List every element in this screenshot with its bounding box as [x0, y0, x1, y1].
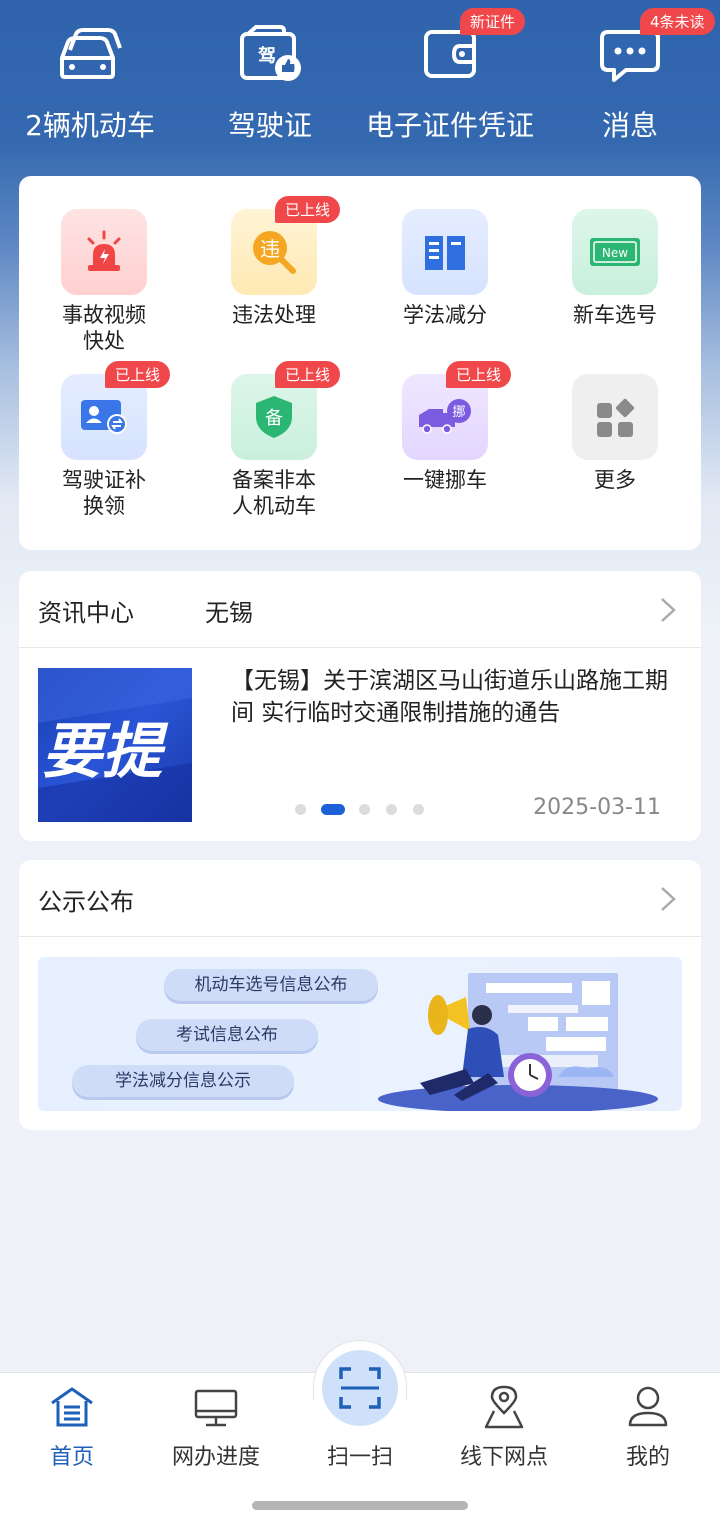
service-license-replace[interactable]: 驾驶证补换领 已上线: [19, 341, 189, 518]
tab-mine[interactable]: 我的: [576, 1373, 720, 1473]
tab-label: 我的: [625, 1445, 670, 1470]
online-badge: 已上线: [275, 361, 341, 388]
siren-icon: [61, 209, 147, 295]
service-accident-video[interactable]: 事故视频快处: [19, 176, 189, 353]
news-title: 资讯中心: [38, 599, 134, 627]
tab-offline-outlets[interactable]: 线下网点: [432, 1373, 576, 1473]
tab-label: 首页: [49, 1445, 94, 1470]
news-city[interactable]: 无锡: [205, 593, 253, 628]
svg-text:New: New: [602, 246, 628, 260]
unread-badge: 4条未读: [640, 8, 715, 35]
service-label: 备案非本人机动车: [232, 468, 316, 518]
monitor-icon: [194, 1389, 238, 1427]
svg-text:驾: 驾: [258, 45, 276, 67]
notice-header[interactable]: 公示公布: [19, 860, 701, 937]
license-label: 驾驶证: [227, 109, 312, 142]
home-icon: [51, 1387, 93, 1427]
chevron-right-icon[interactable]: [659, 597, 677, 623]
map-pin-icon: [484, 1385, 524, 1429]
announcement-illustration: [378, 973, 658, 1111]
news-card: 资讯中心 无锡 要提 【无锡】关于滨湖区马山街道乐山路施工期间 实行临时交通限制…: [19, 571, 701, 841]
online-badge: 已上线: [446, 361, 512, 388]
carousel-dot: [359, 804, 370, 815]
plate-selection-pill[interactable]: 机动车选号信息公布: [164, 969, 378, 1001]
carousel-dot: [413, 804, 424, 815]
new-plate-icon: New: [572, 209, 658, 295]
service-label: 一键挪车: [403, 468, 487, 492]
messages-entry[interactable]: 消息 4条未读: [540, 0, 720, 160]
service-label: 学法减分: [403, 303, 487, 327]
news-date: 2025-03-11: [533, 795, 661, 820]
book-icon: [402, 209, 488, 295]
study-points-pill[interactable]: 学法减分信息公示: [72, 1065, 294, 1097]
home-indicator: [252, 1501, 468, 1510]
e-certificate-label: 电子证件凭证: [365, 109, 534, 142]
svg-text:备: 备: [265, 408, 283, 429]
car-icon: [60, 28, 122, 79]
carousel-dot-active: [321, 804, 345, 815]
scan-icon: [339, 1367, 381, 1409]
tab-label: 扫一扫: [326, 1445, 393, 1470]
news-headline[interactable]: 【无锡】关于滨湖区马山街道乐山路施工期间 实行临时交通限制措施的通告: [231, 665, 687, 729]
carousel-dot: [295, 804, 306, 815]
svg-text:违: 违: [260, 237, 280, 261]
tab-label: 线下网点: [459, 1445, 548, 1470]
service-label: 新车选号: [573, 303, 657, 327]
tab-progress[interactable]: 网办进度: [144, 1373, 288, 1473]
carousel-dot: [386, 804, 397, 815]
notice-card: 公示公布 机动车选号信息公布 考试信息公布 学法减分信息公示: [19, 860, 701, 1130]
more-grid-icon: [572, 374, 658, 460]
service-more[interactable]: 更多: [530, 341, 700, 501]
license-entry[interactable]: 驾 驾驶证: [180, 0, 360, 160]
new-certificate-badge: 新证件: [460, 8, 526, 35]
service-move-car[interactable]: 挪 一键挪车 已上线: [360, 341, 530, 501]
notice-title: 公示公布: [38, 888, 134, 916]
messages-label: 消息: [601, 109, 658, 142]
service-label: 违法处理: [232, 303, 316, 327]
svg-text:要提: 要提: [42, 717, 169, 787]
vehicles-label: 2辆机动车: [25, 109, 155, 142]
e-certificate-entry[interactable]: 电子证件凭证 新证件: [360, 0, 540, 160]
vehicles-entry[interactable]: 2辆机动车: [0, 0, 180, 160]
svg-text:挪: 挪: [452, 405, 465, 420]
service-violation[interactable]: 违 违法处理 已上线: [189, 176, 359, 336]
news-thumbnail[interactable]: 要提: [38, 668, 192, 822]
chevron-right-icon[interactable]: [659, 886, 677, 912]
service-label: 更多: [594, 468, 636, 492]
tab-home[interactable]: 首页: [0, 1373, 144, 1473]
online-badge: 已上线: [105, 361, 171, 388]
service-study-points[interactable]: 学法减分: [360, 176, 530, 336]
service-label: 驾驶证补换领: [62, 468, 146, 518]
service-grid-card: 事故视频快处 违 违法处理 已上线 学法减分 New 新车选号 驾驶证补换领 已…: [19, 176, 701, 550]
scan-button[interactable]: [322, 1350, 398, 1426]
news-header[interactable]: 资讯中心 无锡: [19, 571, 701, 648]
service-new-plate[interactable]: New 新车选号: [530, 176, 700, 336]
online-badge: 已上线: [275, 196, 341, 223]
exam-info-pill[interactable]: 考试信息公布: [136, 1019, 318, 1051]
tab-label: 网办进度: [171, 1445, 260, 1470]
header-quick-row: 2辆机动车 驾 驾驶证 电子证件凭证 新证件 消息 4条未读: [0, 0, 720, 160]
license-icon: 驾: [240, 25, 301, 81]
service-record-vehicle[interactable]: 备 备案非本人机动车 已上线: [189, 341, 359, 518]
notice-banner[interactable]: 机动车选号信息公布 考试信息公布 学法减分信息公示: [38, 957, 682, 1111]
user-icon: [628, 1386, 668, 1427]
